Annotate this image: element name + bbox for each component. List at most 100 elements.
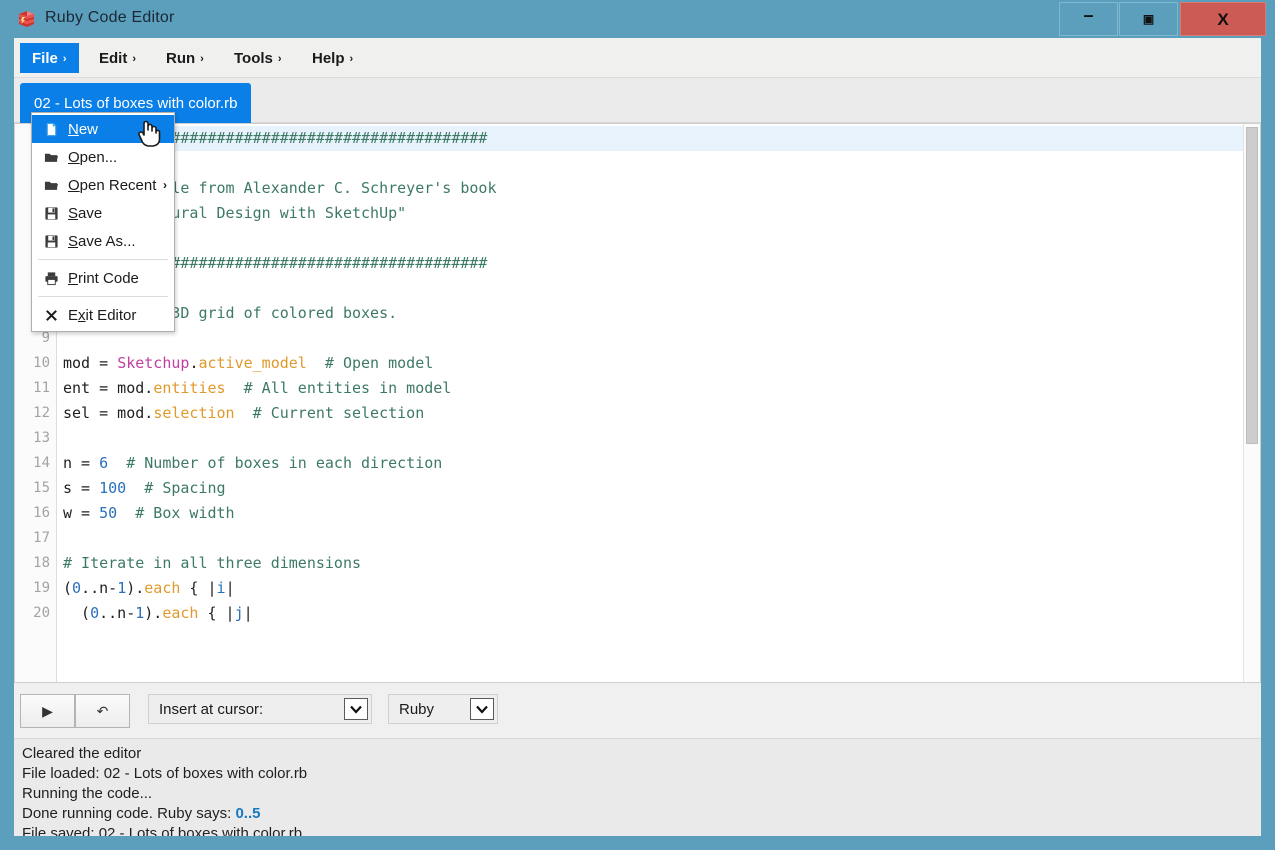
menu-item-new[interactable]: New [32,115,174,143]
menu-item-label: New [68,121,98,138]
line-number: 10 [33,351,50,376]
printer-icon [40,270,62,286]
code-token: 0 [90,604,99,622]
code-token [108,454,126,472]
code-line[interactable]: # Iterate in all three dimensions [58,551,361,576]
menu-item-open[interactable]: Open... [32,143,174,171]
chevron-right-icon: › [132,53,136,65]
chevron-down-icon[interactable] [344,698,368,720]
code-line[interactable] [58,426,63,451]
console-line: Running the code... [22,784,1253,804]
code-editor[interactable]: 1234567891011121314151617181920 ########… [14,123,1261,683]
menu-tools[interactable]: Tools› [222,43,294,73]
menu-item-print-code[interactable]: Print Code [32,264,174,292]
line-number: 20 [33,601,50,626]
minimize-icon: – [1083,6,1093,24]
line-number: 16 [33,501,50,526]
menu-item-open-recent[interactable]: Open Recent› [32,171,174,199]
line-number: 17 [33,526,50,551]
run-button[interactable]: ▶ [20,694,75,728]
insert-at-cursor-select[interactable]: Insert at cursor: [148,694,372,724]
maximize-icon: ▣ [1143,13,1154,25]
console-result-value: 0..5 [235,805,260,822]
undo-button[interactable]: ↶ [75,694,130,728]
title-bar: Ruby Code Editor – ▣ X [0,0,1275,38]
code-token: ( [63,604,90,622]
code-token: # Box width [135,504,234,522]
close-icon: X [1217,11,1228,28]
code-line[interactable]: w = 50 # Box width [58,501,235,526]
code-token: s = [63,479,99,497]
language-select[interactable]: Ruby [388,694,498,724]
code-line[interactable]: n = 6 # Number of boxes in each directio… [58,451,442,476]
code-token: Sketchup [117,354,189,372]
minimize-button[interactable]: – [1059,2,1118,36]
code-token: | [244,604,253,622]
menu-item-exit-editor[interactable]: Exit Editor [32,301,174,329]
code-token [126,479,144,497]
menu-separator [38,259,168,260]
close-x-icon [40,307,62,323]
console-text: Running the code... [22,785,152,802]
code-token: entities [153,379,225,397]
code-line[interactable]: ent = mod.entities # All entities in mod… [58,376,451,401]
code-token: 0 [72,579,81,597]
code-token: mod = [63,354,117,372]
code-token: | [226,579,235,597]
code-content[interactable]: ########################################… [58,124,1248,682]
menu-item-save[interactable]: Save [32,199,174,227]
editor-toolbar: ▶ ↶ Insert at cursor: Ruby [14,686,1261,738]
code-token [307,354,325,372]
code-token: ). [126,579,144,597]
code-token [226,379,244,397]
code-token: 1 [117,579,126,597]
code-token: # Current selection [253,404,425,422]
menu-item-label: Open... [68,149,117,166]
code-token [235,404,253,422]
code-line[interactable]: (0..n-1).each { |j| [58,601,253,626]
menu-edit[interactable]: Edit› [87,43,148,73]
menu-file[interactable]: File› [20,43,79,73]
console-line: File saved: 02 - Lots of boxes with colo… [22,824,1253,836]
code-token: ..n- [99,604,135,622]
code-line[interactable]: mod = Sketchup.active_model # Open model [58,351,433,376]
language-value: Ruby [399,701,434,718]
menu-label: Help [312,50,345,67]
code-token: { | [198,604,234,622]
folder-open-icon [40,149,62,165]
code-token: selection [153,404,234,422]
chevron-right-icon: › [350,53,354,65]
maximize-button[interactable]: ▣ [1119,2,1178,36]
line-number: 11 [33,376,50,401]
code-token [117,504,135,522]
code-line[interactable] [58,526,63,551]
code-line[interactable]: ########################################… [58,126,1248,151]
line-number: 19 [33,576,50,601]
menu-item-label: Exit Editor [68,307,136,324]
editor-scrollbar-thumb[interactable] [1246,127,1258,444]
code-line[interactable]: (0..n-1).each { |i| [58,576,235,601]
output-console[interactable]: Cleared the editor File loaded: 02 - Lots… [14,738,1261,836]
code-token: j [235,604,244,622]
console-line: File loaded: 02 - Lots of boxes with col… [22,764,1253,784]
editor-scrollbar[interactable] [1243,124,1260,682]
ruby-gem-icon [15,8,37,30]
code-token: # Open model [325,354,433,372]
console-line: Done running code. Ruby says: 0..5 [22,804,1253,824]
code-line[interactable]: s = 100 # Spacing [58,476,226,501]
menu-help[interactable]: Help › [300,43,365,73]
code-line[interactable]: sel = mod.selection # Current selection [58,401,424,426]
code-token: # Iterate in all three dimensions [63,554,361,572]
console-line: Cleared the editor [22,744,1253,764]
menu-item-save-as[interactable]: Save As... [32,227,174,255]
chevron-down-icon[interactable] [470,698,494,720]
menu-bar: File› Edit›Run›Tools› Help › [14,38,1261,78]
menu-run[interactable]: Run› [154,43,216,73]
console-text: Cleared the editor [22,745,141,762]
close-button[interactable]: X [1180,2,1266,36]
code-token: # Number of boxes in each direction [126,454,442,472]
code-token: active_model [198,354,306,372]
code-token: { | [180,579,216,597]
code-token: 100 [99,479,126,497]
file-dropdown-menu[interactable]: New Open... Open Recent›SaveSave As... Prin… [31,112,175,332]
